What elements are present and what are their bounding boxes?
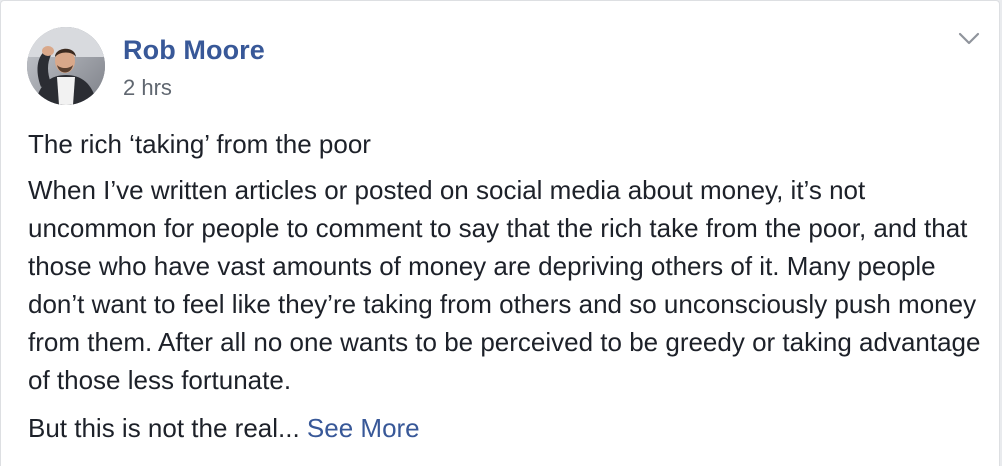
post-title: The rich ‘taking’ from the poor <box>28 129 371 159</box>
profile-photo-icon <box>27 27 105 105</box>
truncated-text: But this is not the real... <box>28 413 307 443</box>
post-message: The rich ‘taking’ from the poor When I’v… <box>28 125 988 457</box>
chevron-down-icon[interactable] <box>956 29 982 49</box>
avatar[interactable] <box>27 27 105 105</box>
post-timestamp-link[interactable]: 2 hrs <box>123 75 172 101</box>
post-card: Rob Moore 2 hrs The rich ‘taking’ from t… <box>0 0 1000 466</box>
post-paragraph: When I’ve written articles or posted on … <box>28 175 981 395</box>
see-more-link[interactable]: See More <box>307 413 420 443</box>
post-truncated-line: But this is not the real... See More <box>28 409 988 447</box>
author-name-link[interactable]: Rob Moore <box>123 35 265 66</box>
